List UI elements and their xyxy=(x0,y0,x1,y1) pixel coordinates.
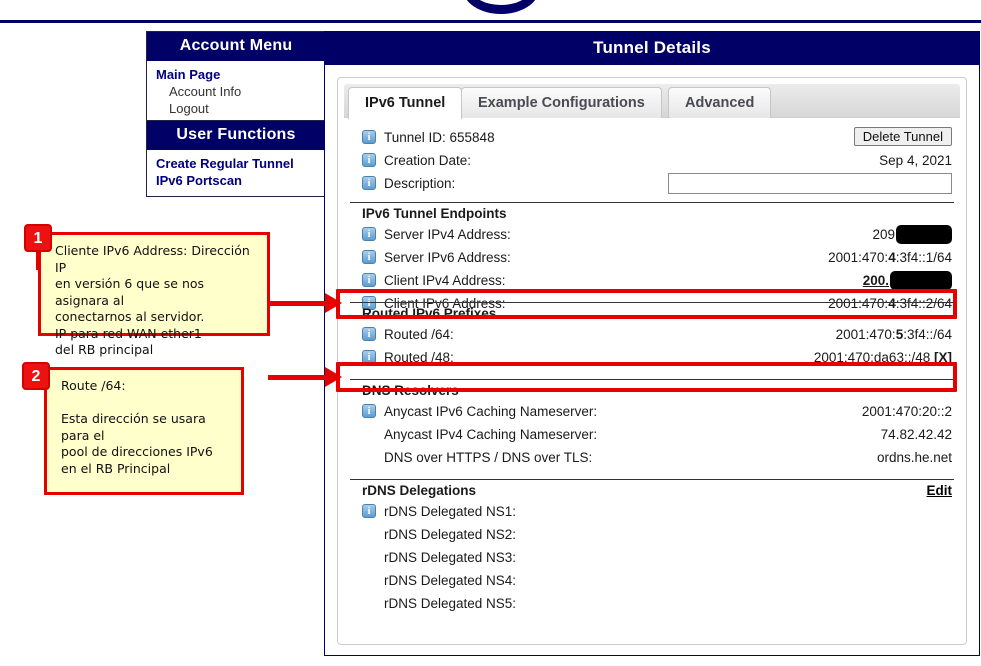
endpoints-section: IPv6 Tunnel Endpoints i Server IPv4 Addr… xyxy=(350,202,954,315)
row-rdns-ns4: rDNS Delegated NS4: xyxy=(350,569,954,592)
tab-bar: IPv6 Tunnel Example Configurations Advan… xyxy=(344,84,960,118)
row-server-ipv4: i Server IPv4 Address: 209 xyxy=(350,223,954,246)
header-divider xyxy=(0,20,981,23)
annotation-arrow-1 xyxy=(268,301,326,306)
annotation-callout-2: Route /64: Esta dirección se usara para … xyxy=(44,367,244,495)
anycast-ipv6-label: Anycast IPv6 Caching Nameserver: xyxy=(362,400,597,423)
annotation-arrow-2 xyxy=(268,375,326,380)
annotation-badge-1: 1 xyxy=(24,224,52,252)
info-icon: i xyxy=(362,273,376,287)
sidebar-item-account-info[interactable]: Account Info xyxy=(147,83,325,100)
info-icon: i xyxy=(362,404,376,418)
he-ring-logo-icon xyxy=(463,0,539,14)
account-menu-list: Main Page Account Info Logout xyxy=(147,61,325,124)
info-icon: i xyxy=(362,350,376,364)
info-icon: i xyxy=(362,176,376,190)
row-rdns-ns5: rDNS Delegated NS5: xyxy=(350,592,954,615)
row-server-ipv6: i Server IPv6 Address: 2001:470:4:3f4::1… xyxy=(350,246,954,269)
anycast-ipv4-label: Anycast IPv4 Caching Nameserver: xyxy=(362,423,597,446)
user-functions-box: User Functions Create Regular Tunnel IPv… xyxy=(146,120,326,197)
row-doh-dot: DNS over HTTPS / DNS over TLS: ordns.he.… xyxy=(350,446,954,469)
annotation-callout-1: Cliente IPv6 Address: Dirección IP en ve… xyxy=(38,232,270,336)
account-menu-box: Account Menu Main Page Account Info Logo… xyxy=(146,31,326,125)
page-root: { "branding": { "logo": "he-ring-logo" }… xyxy=(0,0,981,666)
endpoints-title: IPv6 Tunnel Endpoints xyxy=(350,202,954,223)
info-icon: i xyxy=(362,327,376,341)
annotation-badge-2: 2 xyxy=(22,362,50,390)
rdns-section: Edit rDNS Delegations i rDNS Delegated N… xyxy=(350,479,954,615)
row-description: i Description: xyxy=(350,172,954,195)
sidebar-item-logout[interactable]: Logout xyxy=(147,100,325,117)
row-creation-date: i Creation Date: Sep 4, 2021 xyxy=(350,149,954,172)
rdns-ns2-label: rDNS Delegated NS2: xyxy=(362,523,516,546)
doh-dot-label: DNS over HTTPS / DNS over TLS: xyxy=(362,446,592,469)
anycast-ipv4-value: 74.82.42.42 xyxy=(881,423,952,446)
anycast-ipv6-value: 2001:470:20::2 xyxy=(862,400,952,423)
redaction-bar xyxy=(896,225,952,244)
sidebar-item-create-regular-tunnel[interactable]: Create Regular Tunnel xyxy=(147,155,325,172)
client-ipv4-label: Client IPv4 Address: xyxy=(362,269,506,292)
info-icon: i xyxy=(362,153,376,167)
rdns-edit-link[interactable]: Edit xyxy=(927,483,955,498)
row-client-ipv4: i Client IPv4 Address: 200. xyxy=(350,269,954,292)
remove-prefix-link[interactable]: [X] xyxy=(934,350,952,365)
sidebar-item-main-page[interactable]: Main Page xyxy=(147,66,325,83)
creation-date-value: Sep 4, 2021 xyxy=(879,149,952,172)
server-ipv6-label: Server IPv6 Address: xyxy=(362,246,511,269)
row-routed-64: i Routed /64: 2001:470:5:3f4::/64 xyxy=(350,323,954,346)
server-ipv6-value: 2001:470:4:3f4::1/64 xyxy=(828,246,952,269)
info-icon: i xyxy=(362,504,376,518)
rdns-ns5-label: rDNS Delegated NS5: xyxy=(362,592,516,615)
tunnel-id-label: Tunnel ID: 655848 xyxy=(362,126,495,149)
row-rdns-ns1: i rDNS Delegated NS1: xyxy=(350,500,954,523)
rdns-ns3-label: rDNS Delegated NS3: xyxy=(362,546,516,569)
info-icon: i xyxy=(362,250,376,264)
rdns-ns1-label: rDNS Delegated NS1: xyxy=(362,500,516,523)
routed-48-value: 2001:470:da63::/48 [X] xyxy=(814,346,952,369)
routed-64-value: 2001:470:5:3f4::/64 xyxy=(836,323,952,346)
row-routed-48: i Routed /48: 2001:470:da63::/48 [X] xyxy=(350,346,954,369)
sidebar-item-ipv6-portscan[interactable]: IPv6 Portscan xyxy=(147,172,325,189)
row-rdns-ns2: rDNS Delegated NS2: xyxy=(350,523,954,546)
account-menu-title: Account Menu xyxy=(147,32,325,61)
server-ipv4-value: 209 xyxy=(872,223,952,246)
server-ipv4-label: Server IPv4 Address: xyxy=(362,223,511,246)
panel-inner: IPv6 Tunnel Example Configurations Advan… xyxy=(337,77,967,645)
rdns-ns4-label: rDNS Delegated NS4: xyxy=(362,569,516,592)
tab-advanced[interactable]: Advanced xyxy=(668,87,771,118)
doh-dot-value: ordns.he.net xyxy=(877,446,952,469)
prefixes-section: Routed IPv6 Prefixes i Routed /64: 2001:… xyxy=(350,302,954,369)
row-anycast-ipv6: i Anycast IPv6 Caching Nameserver: 2001:… xyxy=(350,400,954,423)
tunnel-details-panel: Tunnel Details IPv6 Tunnel Example Confi… xyxy=(324,31,980,656)
rdns-title: Edit rDNS Delegations xyxy=(350,479,954,500)
page-title: Tunnel Details xyxy=(325,32,979,65)
row-tunnel-id: i Tunnel ID: 655848 Delete Tunnel xyxy=(350,126,954,149)
creation-date-label: Creation Date: xyxy=(362,149,471,172)
tab-ipv6-tunnel[interactable]: IPv6 Tunnel xyxy=(348,87,462,119)
dns-title: DNS Resolvers xyxy=(350,379,954,400)
description-input[interactable] xyxy=(668,173,952,194)
prefixes-title: Routed IPv6 Prefixes xyxy=(350,302,954,323)
redaction-bar xyxy=(890,271,952,290)
tab-example-configurations[interactable]: Example Configurations xyxy=(461,87,662,118)
delete-tunnel-button[interactable]: Delete Tunnel xyxy=(854,127,952,146)
rdns-title-text: rDNS Delegations xyxy=(362,483,476,498)
row-rdns-ns3: rDNS Delegated NS3: xyxy=(350,546,954,569)
tunnel-summary-section: i Tunnel ID: 655848 Delete Tunnel i Crea… xyxy=(350,126,954,195)
client-ipv4-value: 200. xyxy=(863,269,952,292)
info-icon: i xyxy=(362,130,376,144)
row-anycast-ipv4: Anycast IPv4 Caching Nameserver: 74.82.4… xyxy=(350,423,954,446)
dns-section: DNS Resolvers i Anycast IPv6 Caching Nam… xyxy=(350,379,954,469)
info-icon: i xyxy=(362,227,376,241)
user-functions-title: User Functions xyxy=(147,121,325,150)
user-functions-list: Create Regular Tunnel IPv6 Portscan xyxy=(147,150,325,196)
